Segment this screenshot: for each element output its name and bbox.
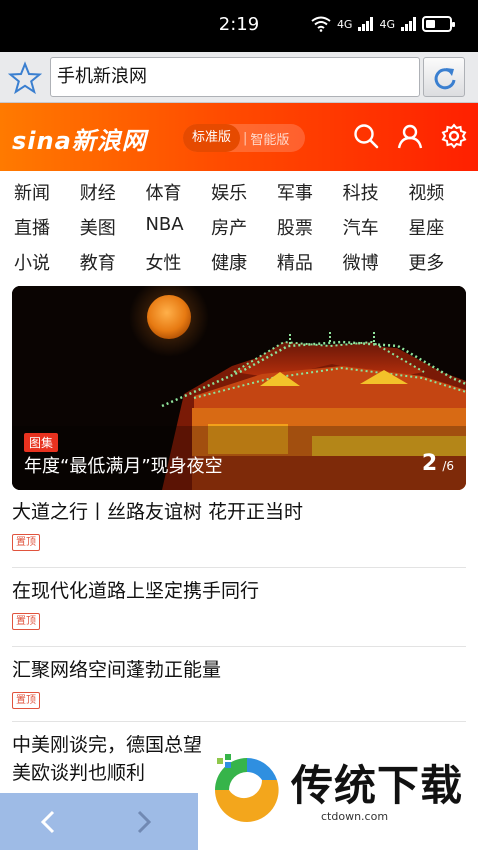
wifi-icon [311, 16, 331, 32]
news-title[interactable]: 中美刚谈完，德国总望美欧谈判也顺利 [12, 731, 212, 787]
channel-item[interactable]: 精品 [277, 249, 343, 275]
news-item[interactable]: 汇聚网络空间蓬勃正能量 置顶 [12, 656, 466, 722]
channel-item[interactable]: 视频 [408, 179, 474, 205]
slide-current: 2 [421, 451, 438, 476]
signal-icon [401, 17, 416, 31]
user-icon[interactable] [397, 123, 423, 149]
news-item[interactable]: 中美刚谈完，德国总望美欧谈判也顺利 [12, 731, 212, 793]
channel-item[interactable]: 股票 [277, 214, 343, 240]
edition-switch[interactable]: 标准版 | 智能版 [183, 124, 305, 152]
channel-item[interactable]: 汽车 [343, 214, 409, 240]
channel-item[interactable]: 美图 [80, 214, 146, 240]
url-input[interactable]: 手机新浪网 [50, 57, 420, 97]
news-item[interactable]: 大道之行丨丝路友谊树 花开正当时 置顶 [12, 498, 466, 568]
edition-smart[interactable]: 智能版 [250, 129, 289, 148]
status-icons: 4G 4G [311, 16, 455, 32]
forward-arrow-icon[interactable] [128, 807, 158, 837]
site-header: sina新浪网 标准版 | 智能版 [0, 103, 478, 171]
sina-logo[interactable]: sina新浪网 [12, 121, 147, 156]
signal-icon [358, 17, 374, 31]
channel-row: 小说 教育 女性 健康 精品 微博 更多 [14, 249, 474, 275]
watermark-overlay: 传统下载 ctdown.com [205, 748, 473, 830]
pinned-badge: 置顶 [12, 692, 40, 709]
channel-item[interactable]: 科技 [343, 179, 409, 205]
battery-icon [422, 16, 455, 32]
channel-item[interactable]: 直播 [14, 214, 80, 240]
channel-item[interactable]: 新闻 [14, 179, 80, 205]
status-bar: 2:19 4G 4G [0, 0, 478, 52]
back-arrow-icon[interactable] [34, 807, 64, 837]
channel-item[interactable]: 健康 [211, 249, 277, 275]
search-icon[interactable] [353, 123, 379, 149]
channel-row: 新闻 财经 体育 娱乐 军事 科技 视频 [14, 179, 474, 205]
watermark-domain: ctdown.com [321, 810, 389, 823]
edition-standard[interactable]: 标准版 [183, 124, 241, 152]
channel-nav: 新闻 财经 体育 娱乐 军事 科技 视频 直播 美图 NBA 房产 股票 汽车 … [0, 171, 478, 283]
bookmark-star-icon[interactable] [8, 61, 42, 95]
hero-slideshow[interactable]: 图集 年度“最低满月”现身夜空 2 /6 [12, 286, 466, 490]
news-title[interactable]: 汇聚网络空间蓬勃正能量 [12, 656, 466, 684]
edition-separator: | [243, 130, 248, 146]
channel-row: 直播 美图 NBA 房产 股票 汽车 星座 [14, 214, 474, 240]
network-label-2: 4G [379, 17, 395, 31]
channel-item[interactable]: 女性 [145, 249, 211, 275]
channel-item[interactable]: 娱乐 [211, 179, 277, 205]
channel-item[interactable]: 财经 [80, 179, 146, 205]
channel-item[interactable]: 体育 [145, 179, 211, 205]
channel-item[interactable]: 小说 [14, 249, 80, 275]
slide-counter: 2 /6 [422, 451, 454, 476]
settings-gear-icon[interactable] [441, 123, 467, 149]
browser-bottom-bar [0, 793, 198, 850]
watermark-brand: 传统下载 [291, 761, 464, 810]
hero-caption[interactable]: 年度“最低满月”现身夜空 [24, 452, 223, 478]
channel-item[interactable]: 更多 [408, 249, 474, 275]
browser-toolbar: 手机新浪网 [0, 52, 478, 103]
reload-icon [434, 68, 456, 90]
watermark-logo-icon [215, 754, 279, 822]
slide-total: /6 [442, 459, 454, 473]
news-item[interactable]: 在现代化道路上坚定携手同行 置顶 [12, 577, 466, 647]
news-title[interactable]: 大道之行丨丝路友谊树 花开正当时 [12, 498, 466, 526]
channel-item[interactable]: NBA [145, 214, 211, 240]
gallery-tag: 图集 [24, 433, 59, 452]
reload-button[interactable] [423, 57, 465, 97]
channel-item[interactable]: 房产 [211, 214, 277, 240]
pinned-badge: 置顶 [12, 613, 40, 630]
channel-item[interactable]: 星座 [408, 214, 474, 240]
news-title[interactable]: 在现代化道路上坚定携手同行 [12, 577, 466, 605]
channel-item[interactable]: 微博 [343, 249, 409, 275]
network-label-1: 4G [336, 17, 353, 31]
channel-item[interactable]: 教育 [80, 249, 146, 275]
pinned-badge: 置顶 [12, 534, 40, 551]
channel-item[interactable]: 军事 [277, 179, 343, 205]
